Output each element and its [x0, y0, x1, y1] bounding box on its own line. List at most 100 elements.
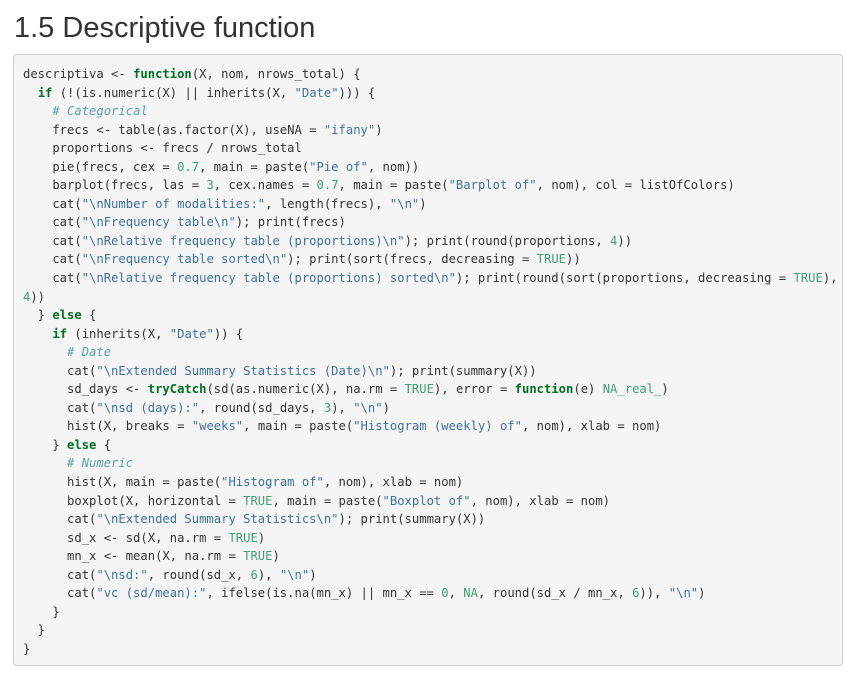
constant-token: 3 — [206, 178, 214, 193]
code-token: descriptiva <- — [23, 67, 134, 81]
keyword-token: tryCatch — [147, 382, 207, 397]
code-token: )) { — [213, 326, 244, 341]
constant-token: NA — [463, 586, 478, 601]
code-token: sd_days <- — [23, 382, 148, 397]
code-token: ) — [257, 530, 266, 545]
code-token: , cex.names = — [213, 178, 317, 193]
string-token: "weeks" — [191, 419, 244, 434]
code-token: , ifelse(is.na(mn_x) || mn_x == — [206, 586, 442, 601]
code-token: ) — [698, 586, 706, 601]
code-token: ) — [272, 549, 280, 564]
code-line: cat("\nsd:", round(sd_x, 6), "\n") — [23, 566, 838, 585]
constant-token: NA_real_ — [602, 382, 662, 397]
code-line: } else { — [23, 306, 838, 325]
string-token: "ifany" — [323, 122, 376, 137]
code-token: , round(sd_days, — [199, 400, 324, 415]
code-token: ); print(summary(X)) — [338, 512, 486, 527]
code-token: , round(sd_x, — [147, 567, 251, 582]
code-line: if (!(is.numeric(X) || inherits(X, "Date… — [23, 84, 838, 103]
code-token: cat( — [23, 512, 97, 527]
code-line: cat("\nFrequency table\n"); print(frecs) — [23, 213, 838, 232]
keyword-token: function — [514, 382, 574, 397]
code-line: cat("\nRelative frequency table (proport… — [23, 232, 838, 251]
code-token: , main = paste( — [272, 493, 383, 508]
code-token: ) — [309, 567, 317, 582]
keyword-token: function — [133, 67, 192, 81]
code-token: } — [23, 623, 46, 638]
code-token: ) — [661, 382, 669, 397]
constant-token: TRUE — [536, 252, 566, 267]
constant-token: TRUE — [243, 493, 273, 508]
code-block-panel[interactable]: descriptiva <- function(X, nom, nrows_to… — [13, 54, 843, 666]
code-token: ), — [822, 271, 838, 286]
code-token: cat( — [23, 233, 82, 248]
code-token: } — [23, 437, 68, 452]
code-line: } else { — [23, 436, 838, 455]
constant-token: 6 — [250, 567, 258, 582]
code-line: barplot(frecs, las = 3, cex.names = 0.7,… — [23, 176, 838, 195]
code-token: hist(X, breaks = — [23, 419, 192, 434]
code-line: sd_days <- tryCatch(sd(as.numeric(X), na… — [23, 380, 838, 399]
string-token: "\nExtended Summary Statistics (Date)\n" — [96, 363, 390, 378]
string-token: "\n" — [668, 586, 699, 601]
string-token: "Pie of" — [309, 159, 368, 174]
code-token: )) — [617, 233, 633, 248]
code-token: , round(sd_x / mn_x, — [477, 586, 633, 601]
code-token: , main = paste( — [243, 419, 354, 434]
code-line: 4)) — [23, 288, 838, 307]
code-token: ))) { — [338, 85, 376, 100]
string-token: "\nsd:" — [96, 567, 148, 582]
code-token: cat( — [23, 363, 97, 378]
code-token: barplot(frecs, las = — [23, 178, 207, 193]
code-token: , nom), xlab = nom) — [323, 475, 464, 490]
code-token: cat( — [23, 586, 97, 601]
code-token: ) — [419, 196, 427, 211]
string-token: "Date" — [169, 326, 214, 341]
constant-token: 0 — [441, 586, 449, 601]
code-token: { — [81, 308, 97, 323]
keyword-token: else — [67, 437, 97, 452]
keyword-token: if — [52, 326, 68, 341]
constant-token: TRUE — [228, 530, 258, 545]
code-token: , nom), xlab = nom) — [470, 493, 611, 508]
code-token: sd_x <- sd(X, na.rm = — [23, 530, 229, 545]
code-line: hist(X, main = paste("Histogram of", nom… — [23, 473, 838, 492]
code-line: } — [23, 621, 838, 640]
code-token: (X, nom, nrows_total) { — [191, 67, 361, 81]
code-token: , nom), col = listOfColors) — [536, 178, 735, 193]
code-token: mn_x <- mean(X, na.rm = — [23, 549, 244, 564]
code-token: cat( — [23, 196, 82, 211]
code-token: ), — [257, 567, 280, 582]
code-line: descriptiva <- function(X, nom, nrows_to… — [23, 65, 838, 84]
string-token: "\nFrequency table\n" — [81, 215, 236, 230]
code-token: ); print(round(sort(proportions, decreas… — [455, 271, 794, 286]
string-token: "Barplot of" — [448, 178, 537, 193]
keyword-token: if — [37, 85, 53, 100]
code-line: frecs <- table(as.factor(X), useNA = "if… — [23, 121, 838, 140]
code-token: (inherits(X, — [67, 326, 170, 341]
code-line: mn_x <- mean(X, na.rm = TRUE) — [23, 547, 838, 566]
code-line: hist(X, breaks = "weeks", main = paste("… — [23, 417, 838, 436]
code-token: proportions <- frecs / nrows_total — [23, 141, 302, 156]
comment-token: # Categorical — [52, 104, 148, 119]
code-token: } — [23, 604, 60, 619]
code-token: , nom), xlab = nom) — [521, 419, 662, 434]
constant-token: TRUE — [793, 271, 823, 286]
code-line: sd_x <- sd(X, na.rm = TRUE) — [23, 529, 838, 548]
code-line: cat("vc (sd/mean):", ifelse(is.na(mn_x) … — [23, 584, 838, 603]
string-token: "Histogram (weekly) of" — [353, 419, 522, 434]
code-token: , main = paste( — [199, 159, 310, 174]
string-token: "\nRelative frequency table (proportions… — [81, 233, 405, 248]
code-token: ) — [375, 122, 383, 137]
section-heading: 1.5 Descriptive function — [14, 12, 316, 44]
keyword-token: else — [52, 308, 82, 323]
code-token: { — [96, 437, 112, 452]
code-line: } — [23, 640, 838, 659]
constant-token: TRUE — [404, 382, 434, 397]
code-token: )) — [566, 252, 581, 267]
code-token: cat( — [23, 400, 97, 415]
code-line: # Date — [23, 343, 838, 362]
code-token: } — [23, 308, 53, 323]
code-token: ); print(summary(X)) — [389, 363, 537, 378]
